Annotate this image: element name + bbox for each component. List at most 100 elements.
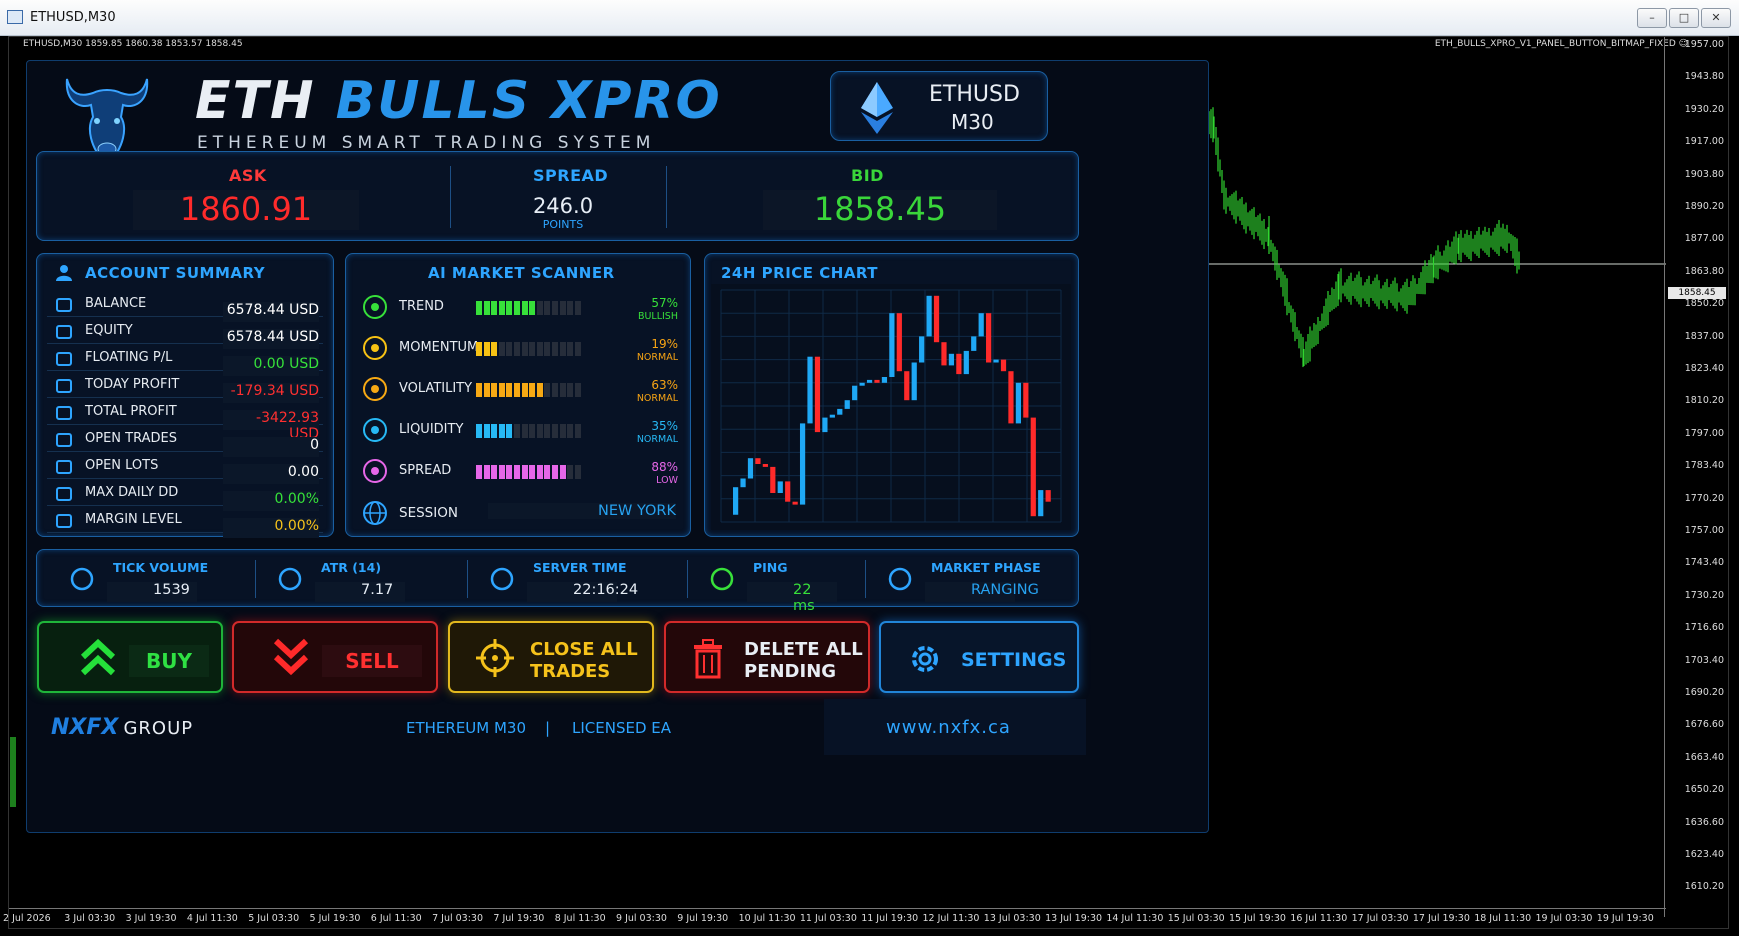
wave-icon [278,567,302,591]
sell-button[interactable]: SELL [232,621,438,693]
level-segment [551,383,558,397]
scanner-level-bar [476,464,586,479]
account-row-value: 0.00% [223,518,319,538]
level-segment [506,301,513,315]
x-axis-label: 9 Jul 03:30 [616,913,667,924]
website-link[interactable]: www.nxfx.ca [886,717,1011,738]
candle [785,481,791,502]
y-axis-label: 1797.00 [1684,427,1724,439]
coin-icon [56,406,72,420]
scanner-row-label: VOLATILITY [399,381,473,396]
account-row-label: MAX DAILY DD [85,485,179,500]
candle [1008,371,1014,424]
stat-label: ATR (14) [321,560,382,575]
candle [926,295,932,337]
scanner-level-bar [476,341,586,356]
level-segment [544,342,551,356]
price-axis[interactable]: 1957.00 1943.80 1930.20 1917.00 1903.80 1890.… [1664,37,1728,917]
level-segment [559,383,566,397]
level-segment [551,301,558,315]
level-segment [513,424,520,438]
account-summary-panel: ACCOUNT SUMMARY BALANCE 6578.44 USD EQUITY… [36,253,334,538]
candle [911,362,917,401]
scanner-row-status: NORMAL [636,393,678,404]
candle [948,353,955,366]
candle [956,353,962,375]
crosshair-icon [476,639,514,677]
account-row-label: TOTAL PROFIT [85,404,177,419]
scanner-row-percent: 88% [651,460,678,474]
y-axis-label: 1837.00 [1684,330,1724,342]
24h-price-chart-panel: 24H PRICE CHART [704,253,1079,537]
candle [919,336,925,363]
stat-value: 1539 [107,582,197,602]
ai-market-scanner-panel: AI MARKET SCANNER SESSION NEW YORK TREND… [345,253,691,537]
candle [822,417,828,433]
level-segment [491,301,498,315]
title-bar[interactable]: ETHUSD,M30 – □ ✕ [0,0,1739,36]
y-axis-label: 1716.60 [1684,622,1724,634]
close-all-label-2: TRADES [530,661,611,682]
footer-info-2: LICENSED EA [572,719,672,737]
symbol-box: ETHUSD M30 [830,71,1048,141]
x-axis-label: 19 Jul 19:30 [1596,913,1654,924]
candle [1038,490,1044,517]
level-segment [483,383,490,397]
wifi-icon [710,567,734,591]
symbol-label: ETHUSD [929,82,1020,107]
candle [896,313,902,372]
level-segment [491,342,498,356]
y-axis-label: 1810.20 [1684,395,1724,407]
level-segment [529,383,536,397]
scanner-level-bar [476,300,586,315]
shield-icon [56,487,72,501]
quote-box: ASK 1860.91 SPREAD 246.0 POINTS BID 1858… [36,151,1079,241]
maximize-button[interactable]: □ [1669,8,1699,28]
candle [1030,417,1036,517]
droplet-icon [363,418,387,442]
candle [777,481,783,493]
settings-button[interactable]: SETTINGS [879,621,1079,693]
candle [859,382,865,386]
account-row-value: 0.00 USD [223,356,319,376]
minimize-button[interactable]: – [1637,8,1667,28]
candle [874,379,880,383]
trend-up-icon [363,295,387,319]
buy-label: BUY [129,645,209,677]
close-all-trades-button[interactable]: CLOSE ALL TRADES [448,621,654,693]
candle [1023,382,1029,418]
ask-label: ASK [229,166,267,185]
scanner-row-label: SPREAD [399,463,452,478]
scanner-row-percent: 57% [651,296,678,310]
time-axis[interactable]: 2 Jul 2026 3 Jul 03:30 3 Jul 19:30 4 Jul 11… [3,908,1666,928]
level-segment [506,342,513,356]
account-row-label: BALANCE [85,296,147,311]
y-axis-label: 1863.80 [1684,265,1724,277]
close-button[interactable]: ✕ [1701,8,1731,28]
scanner-row-label: TREND [399,299,444,314]
y-axis-label: 1850.20 [1684,298,1724,310]
terminal-window: ETHUSD,M30 – □ ✕ ETHUSD,M30 1859.85 1860… [0,0,1739,936]
double-chevron-down-icon [273,638,309,676]
level-segment [483,301,490,315]
user-icon [56,265,72,281]
double-chevron-up-icon [80,638,116,676]
level-segment [529,342,536,356]
candle [889,313,895,377]
candlestick-chart [711,284,1071,530]
level-segment [491,424,498,438]
y-axis-label: 1623.40 [1684,849,1724,860]
delete-all-pending-button[interactable]: DELETE ALL PENDING [664,621,870,693]
candle [770,466,776,493]
candle [829,414,835,418]
x-axis-label: 17 Jul 19:30 [1412,913,1470,924]
divider [865,560,866,598]
level-segment [521,383,528,397]
session-value: NEW YORK [487,503,676,519]
buy-button[interactable]: BUY [37,621,223,693]
stat-label: SERVER TIME [533,560,627,575]
level-segment [551,342,558,356]
level-segment [529,465,536,479]
spread-label: SPREAD [533,166,609,185]
account-row-label: EQUITY [85,323,133,338]
